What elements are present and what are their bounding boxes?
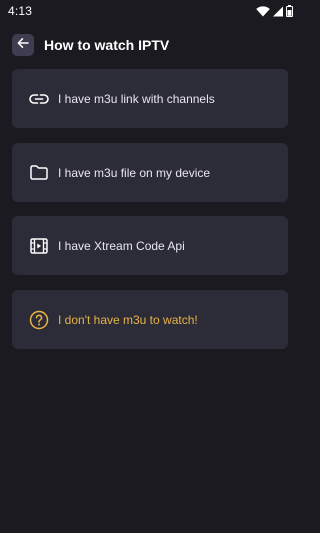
battery-icon xyxy=(286,5,293,17)
folder-icon xyxy=(29,163,49,183)
option-xtream-code[interactable]: I have Xtream Code Api xyxy=(12,216,288,275)
option-m3u-file[interactable]: I have m3u file on my device xyxy=(12,143,288,202)
option-label: I have m3u link with channels xyxy=(58,91,215,106)
status-icons xyxy=(256,5,293,17)
header: How to watch IPTV xyxy=(12,33,169,57)
option-label: I have Xtream Code Api xyxy=(58,238,185,253)
link-icon xyxy=(29,89,49,109)
back-button[interactable] xyxy=(12,34,34,56)
question-circle-icon xyxy=(29,310,49,330)
option-label: I have m3u file on my device xyxy=(58,165,211,180)
arrow-left-icon xyxy=(17,36,29,54)
option-no-m3u[interactable]: I don't have m3u to watch! xyxy=(12,290,288,349)
video-film-icon xyxy=(29,236,49,256)
wifi-icon xyxy=(256,5,270,17)
option-label: I don't have m3u to watch! xyxy=(58,312,198,327)
option-m3u-link[interactable]: I have m3u link with channels xyxy=(12,69,288,128)
page-title: How to watch IPTV xyxy=(44,37,170,53)
status-bar: 4:13 xyxy=(0,0,300,22)
status-time: 4:13 xyxy=(8,4,33,18)
signal-icon xyxy=(273,6,283,17)
